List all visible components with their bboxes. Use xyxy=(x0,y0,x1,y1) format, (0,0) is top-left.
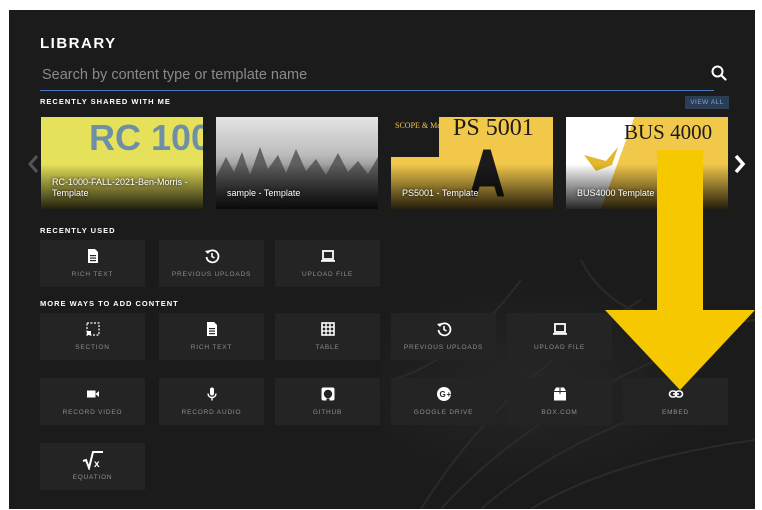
recent-previous-uploads-tile[interactable]: PREVIOUS UPLOADS xyxy=(159,240,264,287)
tile-label: EMBED xyxy=(661,409,690,416)
search-bar[interactable]: Search by content type or template name xyxy=(40,62,727,91)
template-card-sample[interactable]: sample - Template xyxy=(216,117,378,209)
google-plus-icon: G+ xyxy=(437,387,453,401)
rich-text-tile[interactable]: RICH TEXT xyxy=(159,313,264,360)
thumb-sub: SCOPE & Methods xyxy=(395,121,458,130)
library-title: LIBRARY xyxy=(40,35,117,52)
recent-rich-text-tile[interactable]: RICH TEXT xyxy=(40,240,145,287)
tile-label: BOX.COM xyxy=(541,409,578,416)
table-tile[interactable]: TABLE xyxy=(275,313,380,360)
box-icon xyxy=(554,387,566,401)
recently-shared-heading: RECENTLY SHARED WITH ME xyxy=(40,97,171,106)
square-root-icon: x xyxy=(82,451,103,470)
tile-label: TABLE xyxy=(315,344,340,351)
tile-label: GITHUB xyxy=(312,409,343,416)
github-icon xyxy=(321,387,335,401)
section-icon xyxy=(86,322,100,336)
thumb-text: BUS 4000 xyxy=(624,120,712,144)
tile-label: RICH TEXT xyxy=(71,271,114,278)
document-icon xyxy=(207,322,217,336)
more-ways-heading: MORE WAYS TO ADD CONTENT xyxy=(40,299,179,308)
tile-label: UPLOAD FILE xyxy=(533,344,586,351)
equation-tile[interactable]: x EQUATION xyxy=(40,443,145,490)
tile-label: EQUATION xyxy=(72,474,113,481)
tile-label: RICH TEXT xyxy=(190,344,233,351)
library-panel: LIBRARY Search by content type or templa… xyxy=(9,10,755,509)
box-com-tile[interactable]: BOX.COM xyxy=(507,378,612,425)
template-label: PS5001 - Template xyxy=(402,188,479,198)
tile-label: RECORD AUDIO xyxy=(181,409,242,416)
tile-label: PREVIOUS UPLOADS xyxy=(403,344,484,351)
template-card-rc1000[interactable]: RC 1000 RC-1000-FALL-2021-Ben-Morris - T… xyxy=(41,117,203,209)
template-card-ps5001[interactable]: SCOPE & Methods PS 5001 PS5001 - Templat… xyxy=(391,117,553,209)
template-label: sample - Template xyxy=(227,188,301,198)
history-icon xyxy=(205,249,220,264)
laptop-icon xyxy=(553,323,567,335)
svg-text:G+: G+ xyxy=(440,390,453,399)
previous-uploads-tile[interactable]: PREVIOUS UPLOADS xyxy=(391,313,496,360)
view-all-link[interactable]: VIEW ALL xyxy=(685,96,729,109)
tile-label: PREVIOUS UPLOADS xyxy=(171,271,252,278)
tile-label: GOOGLE DRIVE xyxy=(413,409,474,416)
document-icon xyxy=(88,249,98,263)
github-tile[interactable]: GITHUB xyxy=(275,378,380,425)
svg-text:x: x xyxy=(94,459,100,470)
thumb-text: RC 1000 xyxy=(89,117,203,158)
thumb-text: PS 5001 xyxy=(453,117,534,141)
search-input[interactable]: Search by content type or template name xyxy=(42,64,307,86)
upload-file-tile[interactable]: UPLOAD FILE xyxy=(507,313,612,360)
record-video-tile[interactable]: RECORD VIDEO xyxy=(40,378,145,425)
record-audio-tile[interactable]: RECORD AUDIO xyxy=(159,378,264,425)
video-camera-icon xyxy=(87,390,99,398)
section-tile[interactable]: SECTION xyxy=(40,313,145,360)
tile-label: UPLOAD FILE xyxy=(301,271,354,278)
search-icon[interactable] xyxy=(710,64,728,82)
tile-label: RECORD VIDEO xyxy=(62,409,123,416)
recent-upload-file-tile[interactable]: UPLOAD FILE xyxy=(275,240,380,287)
laptop-icon xyxy=(321,250,335,262)
table-icon xyxy=(321,322,335,336)
microphone-icon xyxy=(207,387,217,401)
tile-label: SECTION xyxy=(75,344,110,351)
history-icon xyxy=(437,322,452,337)
annotation-arrow-down-icon xyxy=(605,150,755,390)
recently-used-heading: RECENTLY USED xyxy=(40,226,116,235)
template-label: RC-1000-FALL-2021-Ben-Morris - Template xyxy=(52,177,188,198)
chevron-left-icon[interactable] xyxy=(26,153,40,175)
google-drive-tile[interactable]: G+ GOOGLE DRIVE xyxy=(391,378,496,425)
